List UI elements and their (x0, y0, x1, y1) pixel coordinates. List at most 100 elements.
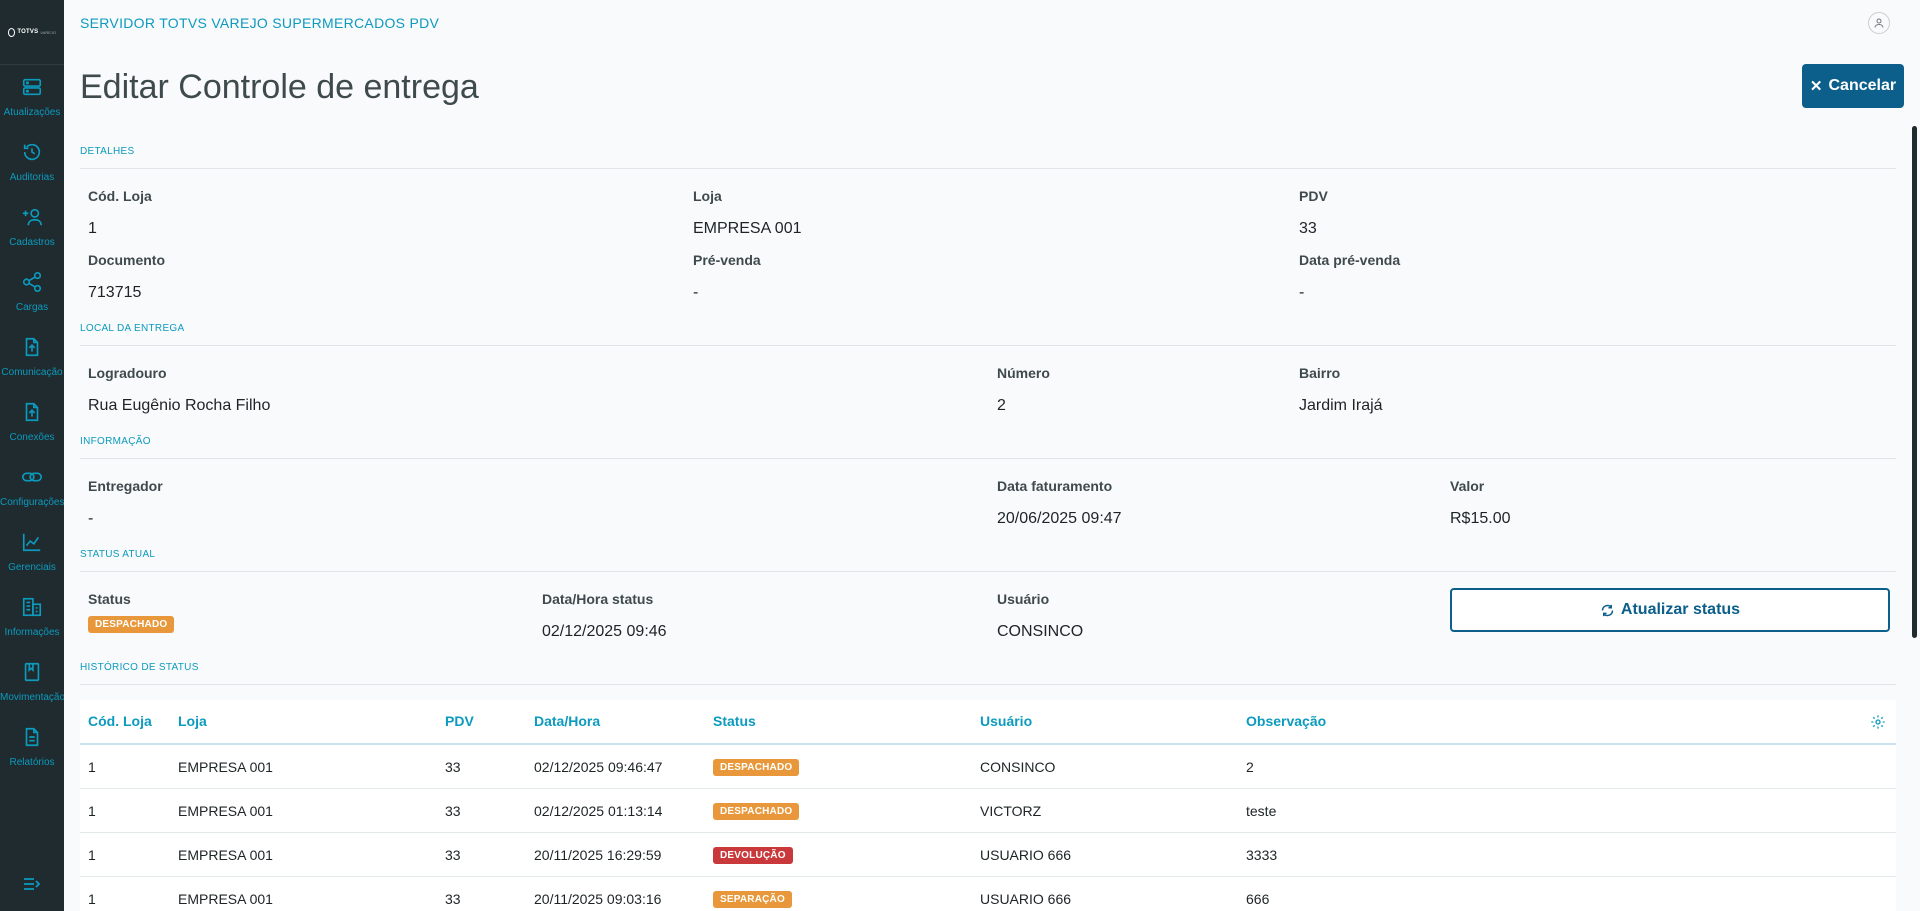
table-header: Cód. Loja Loja PDV Data/Hora Status Usuá… (80, 700, 1896, 745)
building-icon (22, 597, 42, 617)
loja-value: EMPRESA 001 (693, 220, 802, 237)
column-header-data-hora[interactable]: Data/Hora (534, 713, 600, 729)
prevenda-label: Pré-venda (693, 252, 761, 268)
user-icon (1874, 18, 1884, 28)
status-badge: SEPARAÇÃO (713, 891, 792, 908)
file-upload-icon (25, 402, 39, 422)
sidebar-item-comunicacao[interactable]: Comunicação (0, 336, 64, 398)
sidebar-item-informacoes[interactable]: Informações (0, 596, 64, 658)
cell-pdv: 33 (445, 891, 461, 907)
cell-data-hora: 02/12/2025 01:13:14 (534, 803, 663, 819)
page-title: Editar Controle de entrega (80, 68, 479, 106)
sidebar-item-configuracoes[interactable]: Configurações (0, 466, 64, 528)
atualizar-status-button[interactable]: Atualizar status (1450, 588, 1890, 632)
entregador-label: Entregador (88, 478, 163, 494)
logo-text: TOTVS (17, 29, 39, 35)
table-row[interactable]: 1 EMPRESA 001 33 02/12/2025 09:46:47 DES… (80, 745, 1896, 789)
sidebar-item-cargas[interactable]: Cargas (0, 271, 64, 333)
cell-pdv: 33 (445, 847, 461, 863)
app-title: SERVIDOR TOTVS VAREJO SUPERMERCADOS PDV (80, 15, 440, 31)
status-label: Status (88, 591, 131, 607)
status-badge: DESPACHADO (713, 759, 800, 776)
cell-usuario: USUARIO 666 (980, 891, 1072, 907)
section-title-detalhes: DETALHES (80, 146, 135, 157)
pdv-value: 33 (1299, 220, 1317, 237)
status-badge-wrapper: DESPACHADO (88, 614, 175, 633)
section-divider (80, 684, 1896, 685)
sidebar-item-auditorias[interactable]: Auditorias (0, 141, 64, 203)
data-hora-status-value: 02/12/2025 09:46 (542, 623, 667, 640)
sidebar-item-label: Configurações (0, 497, 64, 508)
cell-loja: EMPRESA 001 (178, 847, 273, 863)
cod-loja-value: 1 (88, 220, 97, 237)
sidebar-item-cadastros[interactable]: Cadastros (0, 206, 64, 268)
totvs-logo[interactable]: TOTVS VAREJO (8, 26, 56, 38)
cell-cod-loja: 1 (88, 803, 96, 819)
section-divider (80, 345, 1896, 346)
collapse-menu-icon[interactable] (22, 876, 42, 892)
cell-cod-loja: 1 (88, 891, 96, 907)
status-badge: DESPACHADO (713, 803, 800, 820)
cell-data-hora: 20/11/2025 09:03:16 (534, 891, 662, 907)
gear-icon[interactable] (1870, 714, 1886, 730)
status-badge: DEVOLUÇÃO (713, 847, 793, 864)
sidebar-item-label: Cadastros (9, 237, 55, 248)
section-title-historico: HISTÓRICO DE STATUS (80, 662, 199, 673)
column-header-observacao[interactable]: Observação (1246, 713, 1326, 729)
section-divider (80, 458, 1896, 459)
column-header-pdv[interactable]: PDV (445, 713, 474, 729)
sidebar-item-movimentacao[interactable]: Movimentação (0, 661, 64, 723)
scrollbar[interactable] (1912, 126, 1917, 638)
cell-pdv: 33 (445, 759, 461, 775)
sidebar-item-atualizacoes[interactable]: Atualizações (0, 76, 64, 138)
numero-value: 2 (997, 397, 1006, 414)
sidebar-item-label: Movimentação (0, 692, 64, 703)
sidebar-item-relatorios[interactable]: Relatórios (0, 726, 64, 788)
sidebar-item-conexoes[interactable]: Conexões (0, 401, 64, 463)
table-row[interactable]: 1 EMPRESA 001 33 02/12/2025 01:13:14 DES… (80, 789, 1896, 833)
logo-subtext: VAREJO (40, 29, 56, 35)
cell-status: DESPACHADO (713, 757, 800, 776)
section-title-local-entrega: LOCAL DA ENTREGA (80, 323, 185, 334)
cell-data-hora: 02/12/2025 09:46:47 (534, 759, 663, 775)
column-header-cod-loja[interactable]: Cód. Loja (88, 713, 152, 729)
sidebar-divider (0, 64, 64, 65)
loja-label: Loja (693, 188, 722, 204)
cancel-button-label: Cancelar (1828, 77, 1897, 94)
pdv-label: PDV (1299, 188, 1328, 204)
data-faturamento-label: Data faturamento (997, 478, 1113, 494)
cell-status: SEPARAÇÃO (713, 889, 792, 908)
cell-cod-loja: 1 (88, 847, 96, 863)
historico-table: Cód. Loja Loja PDV Data/Hora Status Usuá… (80, 700, 1896, 911)
sidebar: TOTVS VAREJO Atualizações Auditorias Cad… (0, 0, 64, 911)
sidebar-item-gerenciais[interactable]: Gerenciais (0, 531, 64, 593)
usuario-label: Usuário (997, 591, 1050, 607)
bairro-label: Bairro (1299, 365, 1341, 381)
section-title-status-atual: STATUS ATUAL (80, 549, 156, 560)
section-divider (80, 571, 1896, 572)
table-row[interactable]: 1 EMPRESA 001 33 20/11/2025 16:29:59 DEV… (80, 833, 1896, 877)
logradouro-value: Rua Eugênio Rocha Filho (88, 397, 271, 414)
refresh-icon (1601, 604, 1614, 616)
numero-label: Número (997, 365, 1050, 381)
column-header-status[interactable]: Status (713, 713, 756, 729)
column-header-usuario[interactable]: Usuário (980, 713, 1032, 729)
cell-data-hora: 20/11/2025 16:29:59 (534, 847, 662, 863)
document-icon (25, 727, 39, 747)
cell-loja: EMPRESA 001 (178, 803, 273, 819)
cell-status: DESPACHADO (713, 801, 800, 820)
documento-label: Documento (88, 252, 165, 268)
cell-usuario: USUARIO 666 (980, 847, 1072, 863)
cod-loja-label: Cód. Loja (88, 188, 152, 204)
table-row[interactable]: 1 EMPRESA 001 33 20/11/2025 09:03:16 SEP… (80, 877, 1896, 911)
cell-cod-loja: 1 (88, 759, 96, 775)
column-header-loja[interactable]: Loja (178, 713, 207, 729)
section-title-informacao: INFORMAÇÃO (80, 436, 151, 447)
user-avatar[interactable] (1868, 12, 1890, 34)
sidebar-item-label: Gerenciais (8, 562, 56, 573)
cell-status: DEVOLUÇÃO (713, 845, 793, 864)
link-icon (22, 472, 42, 482)
sidebar-item-label: Atualizações (3, 107, 61, 118)
close-icon: ✕ (1809, 78, 1823, 95)
cancel-button[interactable]: ✕ Cancelar (1802, 64, 1904, 108)
